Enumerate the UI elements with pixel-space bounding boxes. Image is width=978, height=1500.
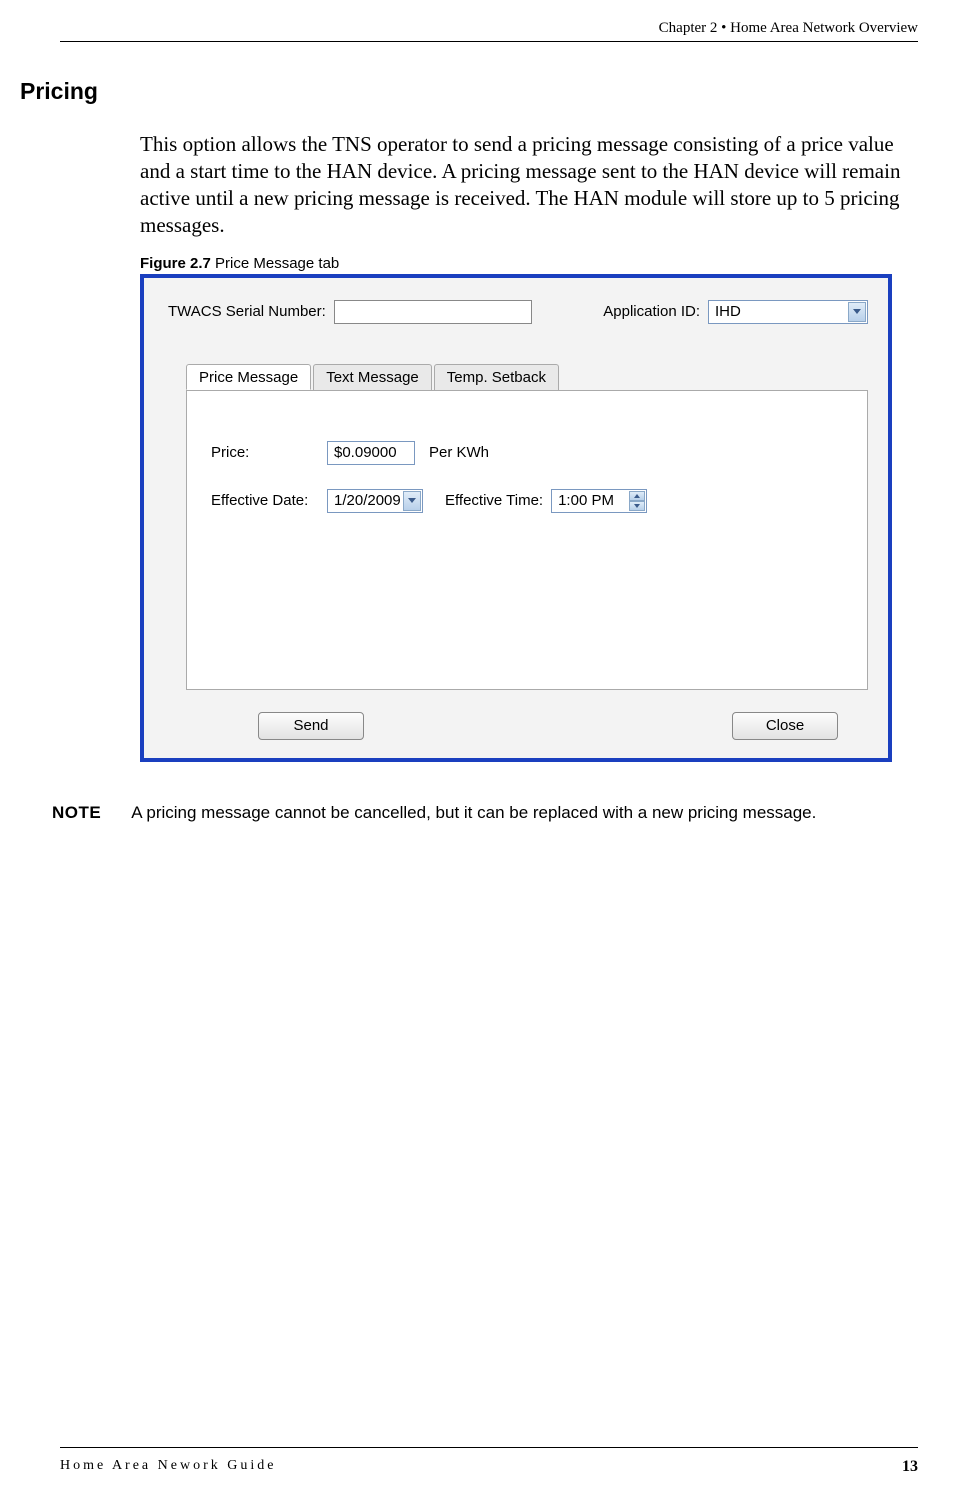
price-unit-label: Per KWh (429, 444, 489, 461)
appid-label: Application ID: (603, 303, 700, 320)
note-label: NOTE (52, 802, 101, 825)
application-id-dropdown-button[interactable] (848, 302, 866, 322)
serial-label: TWACS Serial Number: (168, 303, 326, 320)
tab-panel: Price: Per KWh Effective Date: Effective (186, 390, 868, 690)
price-input[interactable] (327, 441, 415, 465)
date-dropdown-button[interactable] (403, 491, 421, 511)
tab-price-message[interactable]: Price Message (186, 364, 311, 390)
price-label: Price: (211, 444, 319, 461)
figure-label: Figure 2.7 (140, 255, 211, 272)
send-button[interactable]: Send (258, 712, 364, 740)
dialog-panel: TWACS Serial Number: Application ID: Pri… (140, 274, 892, 762)
twacs-serial-input[interactable] (334, 300, 532, 324)
application-id-select[interactable] (708, 300, 868, 324)
figure-caption: Figure 2.7 Price Message tab (140, 255, 918, 272)
tab-text-message[interactable]: Text Message (313, 364, 432, 390)
chapter-header: Chapter 2 • Home Area Network Overview (60, 20, 918, 41)
footer-guide-title: Home Area Nework Guide (60, 1458, 276, 1476)
page-footer: Home Area Nework Guide 13 (60, 1447, 918, 1476)
close-button[interactable]: Close (732, 712, 838, 740)
section-paragraph: This option allows the TNS operator to s… (140, 131, 908, 239)
chevron-down-icon (408, 498, 416, 503)
note-text: A pricing message cannot be cancelled, b… (131, 802, 816, 825)
chevron-down-icon (853, 309, 861, 314)
figure-title: Price Message tab (215, 255, 339, 272)
time-down-button[interactable] (629, 501, 645, 511)
time-up-button[interactable] (629, 491, 645, 501)
chevron-down-icon (634, 504, 640, 508)
page-number: 13 (902, 1458, 918, 1476)
effective-date-label: Effective Date: (211, 492, 319, 509)
effective-time-label: Effective Time: (445, 492, 543, 509)
section-title: Pricing (20, 78, 918, 105)
top-rule (60, 41, 918, 42)
chevron-up-icon (634, 494, 640, 498)
tab-temp-setback[interactable]: Temp. Setback (434, 364, 559, 390)
